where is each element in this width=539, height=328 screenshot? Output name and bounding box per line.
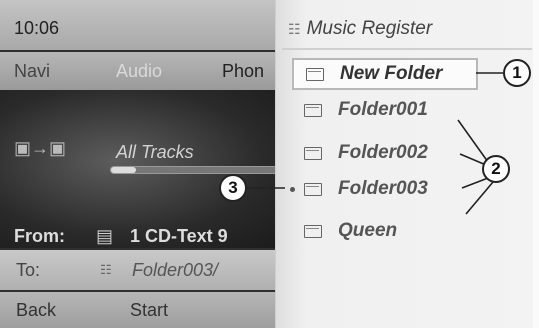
music-register-icon: ☷ <box>288 21 301 37</box>
folder-icon <box>304 147 322 160</box>
folder-icon <box>306 68 324 81</box>
folder-label: Folder003 <box>338 178 428 199</box>
callout-marker: 2 <box>482 155 510 183</box>
folder-icon <box>304 183 322 196</box>
callout-marker: 3 <box>219 174 247 202</box>
source-cd-name: 1 CD-Text 9 <box>130 226 228 246</box>
folder-label: Queen <box>338 220 398 241</box>
media-display: ▣→▣ All Tracks From: ▤ 1 CD-Text 9 <box>0 90 290 248</box>
menu-item-audio[interactable]: Audio <box>116 61 162 82</box>
new-folder-item[interactable]: New Folder <box>292 58 478 90</box>
folder-label: Folder002 <box>338 142 428 163</box>
menu-item-navi[interactable]: Navi <box>14 61 50 82</box>
cd-icon: ▤ <box>96 226 114 246</box>
audio-main-screen: 10:06 Navi Audio Phon ▣→▣ All Tracks Fro… <box>0 0 290 328</box>
callout-marker: 1 <box>503 59 531 87</box>
folder-icon <box>304 225 322 238</box>
from-label: From: <box>14 226 65 246</box>
to-label: To: <box>16 260 41 280</box>
new-folder-label: New Folder <box>340 63 443 84</box>
panel-title-text: Music Register <box>306 18 433 39</box>
action-bar: Back Start <box>0 292 290 328</box>
copy-progress-bar <box>110 166 280 174</box>
menu-item-phone[interactable]: Phon <box>222 61 264 82</box>
copy-progress-fill <box>111 167 137 173</box>
music-register-icon: ☷ <box>100 262 112 277</box>
main-menu-bar: Navi Audio Phon <box>0 52 290 90</box>
destination-bar: To: ☷ Folder003/ <box>0 250 290 290</box>
media-source-icon: ▣→▣ <box>14 138 67 158</box>
track-selection-label: All Tracks <box>116 142 194 162</box>
folder-icon <box>304 104 322 117</box>
destination-path: Folder003/ <box>132 260 219 280</box>
start-button[interactable]: Start <box>130 300 168 321</box>
status-bar: 10:06 <box>0 0 290 50</box>
divider <box>282 48 532 50</box>
back-button[interactable]: Back <box>16 300 56 321</box>
clock: 10:06 <box>14 18 60 38</box>
folder-label: Folder001 <box>338 99 428 120</box>
current-folder-dot <box>290 187 295 192</box>
panel-title: ☷ Music Register <box>288 18 432 40</box>
